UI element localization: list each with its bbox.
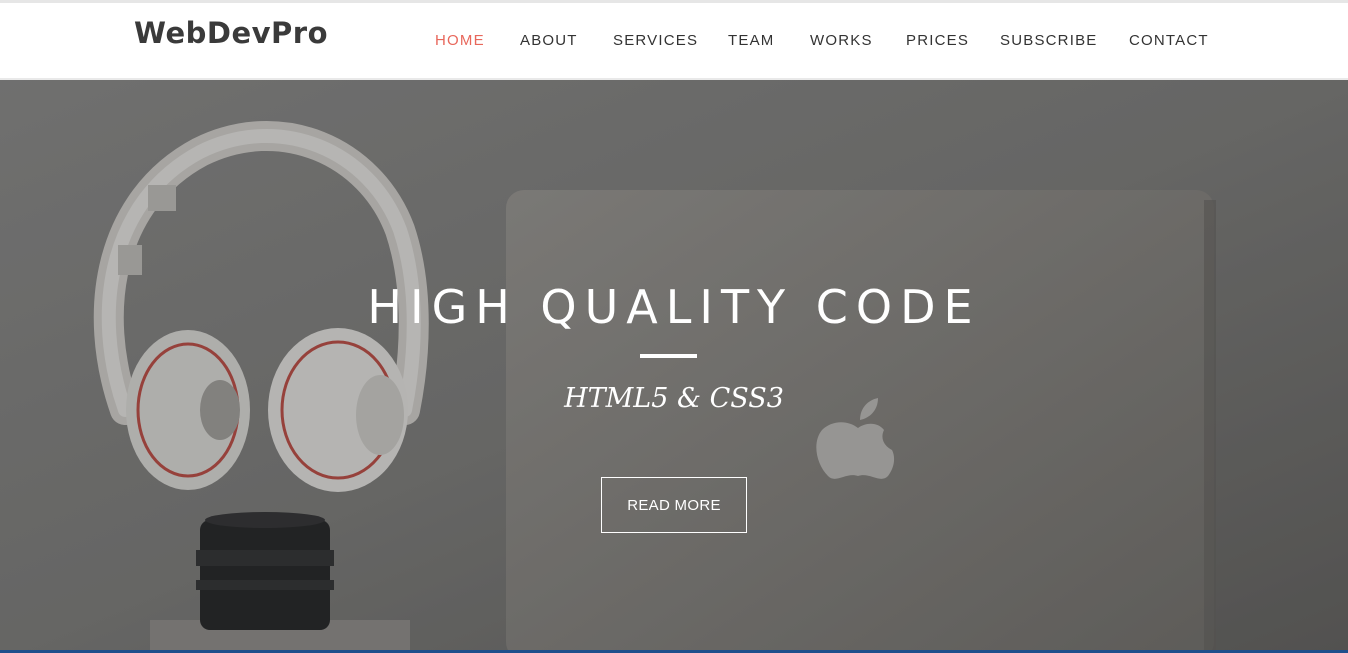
- nav-item-services[interactable]: SERVICES: [613, 32, 698, 49]
- hero-background-image: [0, 80, 1348, 650]
- read-more-button[interactable]: READ MORE: [601, 477, 747, 533]
- nav-item-about[interactable]: ABOUT: [520, 32, 578, 49]
- nav-item-works[interactable]: WORKS: [810, 32, 873, 49]
- nav-item-contact[interactable]: CONTACT: [1129, 32, 1209, 49]
- hero-title: HIGH QUALITY CODE: [367, 280, 981, 334]
- hero-section: HIGH QUALITY CODE HTML5 & CSS3 READ MORE: [0, 80, 1348, 650]
- nav-item-home[interactable]: HOME: [435, 32, 485, 49]
- hero-subtitle: HTML5 & CSS3: [564, 383, 784, 414]
- navbar: WebDevPro HOME ABOUT SERVICES TEAM WORKS…: [0, 3, 1348, 80]
- nav-item-subscribe[interactable]: SUBSCRIBE: [1000, 32, 1098, 49]
- nav-item-team[interactable]: TEAM: [728, 32, 774, 49]
- hero-divider: [640, 354, 697, 358]
- main-nav: HOME ABOUT SERVICES TEAM WORKS PRICES SU…: [0, 32, 1348, 52]
- nav-item-prices[interactable]: PRICES: [906, 32, 969, 49]
